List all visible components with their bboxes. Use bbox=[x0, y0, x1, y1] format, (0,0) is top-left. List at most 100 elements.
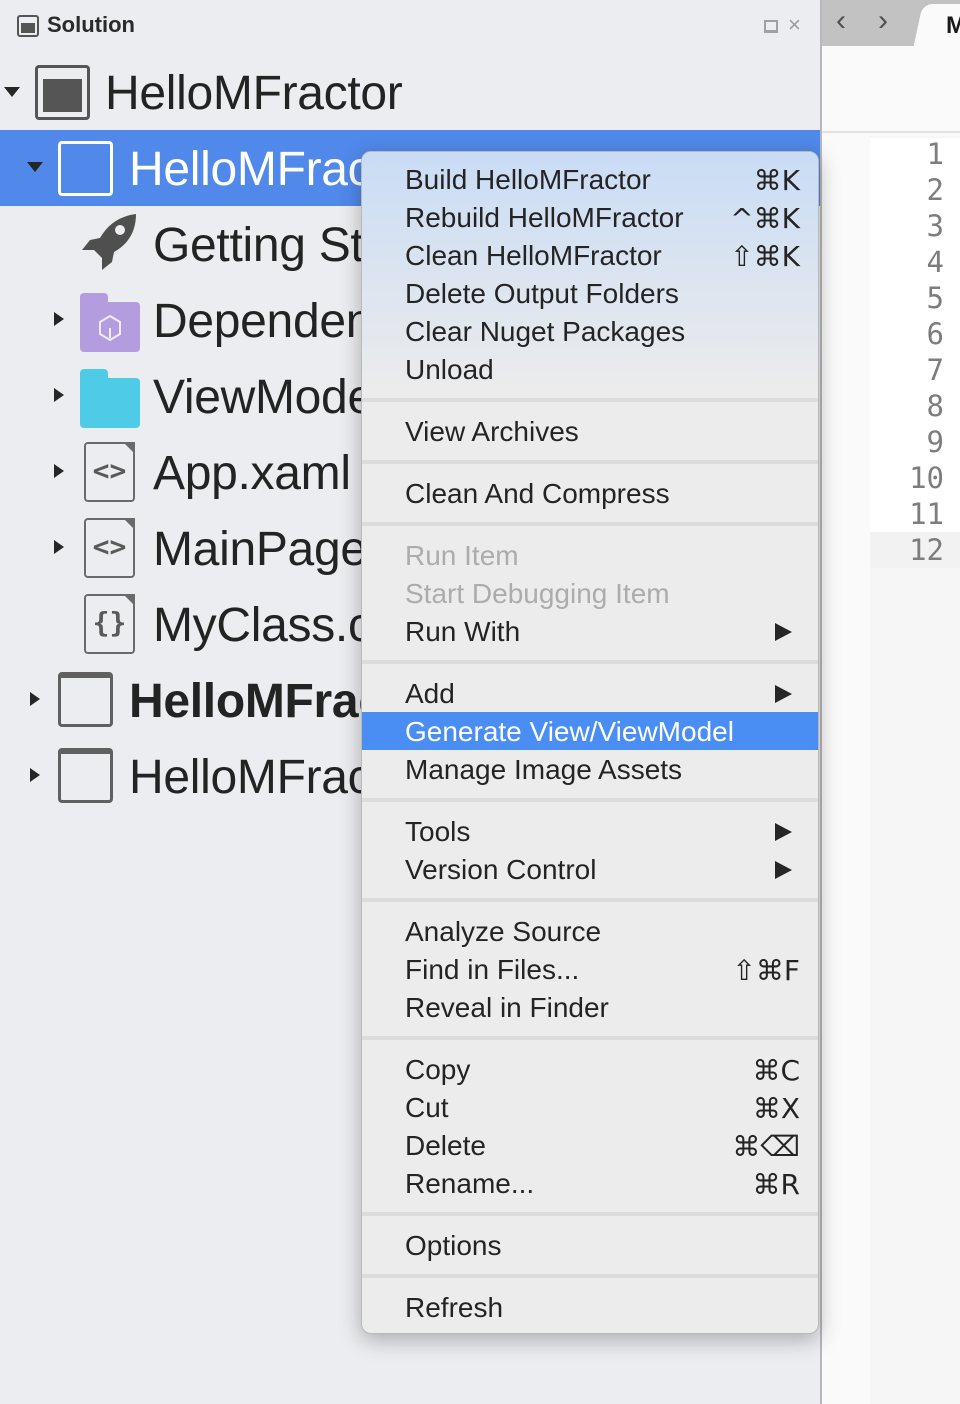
menu-item-build-hellomfractor[interactable]: Build HelloMFractor ⌘K bbox=[362, 160, 818, 198]
menu-item-analyze-source[interactable]: Analyze Source bbox=[362, 912, 818, 950]
dependencies-folder-icon bbox=[80, 293, 140, 352]
menu-item-refresh[interactable]: Refresh bbox=[362, 1288, 818, 1326]
menu-item-delete[interactable]: Delete ⌘⌫ bbox=[362, 1126, 818, 1164]
menu-item-unload[interactable]: Unload bbox=[362, 350, 818, 388]
folder-icon bbox=[80, 369, 140, 428]
menu-item-rebuild-hellomfractor[interactable]: Rebuild HelloMFractor ^⌘K bbox=[362, 198, 818, 236]
menu-item-shortcut: ⌘⌫ bbox=[732, 1130, 800, 1163]
line-number: 12 bbox=[870, 532, 960, 568]
solution-pad-icon bbox=[17, 15, 39, 37]
project-icon bbox=[58, 748, 113, 803]
menu-item-label: Refresh bbox=[405, 1292, 504, 1323]
menu-item-label: Copy bbox=[405, 1054, 471, 1085]
forward-icon[interactable]: › bbox=[878, 6, 888, 36]
line-number: 7 bbox=[926, 353, 944, 387]
line-number: 1 bbox=[926, 137, 944, 171]
menu-item-start-debugging-item: Start Debugging Item bbox=[362, 574, 818, 612]
menu-item-shortcut: ^⌘K bbox=[730, 202, 800, 235]
menu-item-label: Clean And Compress bbox=[405, 478, 670, 509]
menu-separator bbox=[362, 798, 818, 802]
context-menu: Build HelloMFractor ⌘K Rebuild HelloMFract… bbox=[361, 151, 819, 1334]
menu-item-cut[interactable]: Cut ⌘X bbox=[362, 1088, 818, 1126]
menu-item-label: Delete bbox=[405, 1130, 486, 1161]
back-icon[interactable]: ‹ bbox=[836, 6, 846, 36]
menu-separator bbox=[362, 660, 818, 664]
line-number: 10 bbox=[909, 461, 944, 495]
menu-item-version-control[interactable]: Version Control bbox=[362, 850, 818, 888]
disclosure-closed-icon[interactable] bbox=[54, 312, 64, 326]
editor-divider bbox=[822, 131, 960, 133]
menu-item-shortcut: ⌘X bbox=[752, 1092, 800, 1125]
menu-item-label: Rebuild HelloMFractor bbox=[405, 202, 684, 233]
project-icon bbox=[58, 141, 113, 196]
menu-item-run-with[interactable]: Run With bbox=[362, 612, 818, 650]
pad-title: Solution bbox=[47, 12, 135, 37]
menu-item-label: Cut bbox=[405, 1092, 449, 1123]
menu-item-label: View Archives bbox=[405, 416, 579, 447]
menu-item-label: Run With bbox=[405, 616, 521, 647]
disclosure-closed-icon[interactable] bbox=[54, 388, 64, 402]
menu-item-delete-output-folders[interactable]: Delete Output Folders bbox=[362, 274, 818, 312]
editor-tab-bar: ‹ › M bbox=[822, 0, 960, 48]
csharp-file-icon: {} bbox=[84, 594, 135, 654]
disclosure-open-icon[interactable] bbox=[4, 87, 20, 97]
editor-tab-label: M bbox=[946, 12, 960, 39]
menu-item-shortcut: ⇧⌘K bbox=[730, 240, 800, 273]
menu-item-label: Rename... bbox=[405, 1168, 535, 1199]
rocket-icon bbox=[80, 212, 140, 284]
menu-item-tools[interactable]: Tools bbox=[362, 812, 818, 850]
menu-item-add[interactable]: Add bbox=[362, 674, 818, 712]
tree-item-solution[interactable]: HelloMFractor bbox=[0, 54, 820, 130]
menu-item-label: Clean HelloMFractor bbox=[405, 240, 662, 271]
menu-item-reveal-in-finder[interactable]: Reveal in Finder bbox=[362, 988, 818, 1026]
menu-separator bbox=[362, 1274, 818, 1278]
menu-item-view-archives[interactable]: View Archives bbox=[362, 412, 818, 450]
line-number: 8 bbox=[926, 389, 944, 423]
submenu-arrow-icon bbox=[775, 623, 792, 641]
menu-item-label: Clear Nuget Packages bbox=[405, 316, 686, 347]
menu-item-label: Start Debugging Item bbox=[405, 578, 670, 609]
menu-item-label: Version Control bbox=[405, 854, 597, 885]
menu-separator bbox=[362, 522, 818, 526]
line-number: 9 bbox=[926, 425, 944, 459]
disclosure-closed-icon[interactable] bbox=[54, 540, 64, 554]
menu-item-copy[interactable]: Copy ⌘C bbox=[362, 1050, 818, 1088]
menu-item-label: Reveal in Finder bbox=[405, 992, 609, 1023]
menu-item-manage-image-assets[interactable]: Manage Image Assets bbox=[362, 750, 818, 788]
submenu-arrow-icon bbox=[775, 685, 792, 703]
menu-separator bbox=[362, 1212, 818, 1216]
line-number: 4 bbox=[926, 245, 944, 279]
project-icon bbox=[58, 672, 113, 727]
menu-item-options[interactable]: Options bbox=[362, 1226, 818, 1264]
menu-item-shortcut: ⌘C bbox=[752, 1054, 800, 1087]
editor-area: ‹ › M 1 2 3 4 5 6 7 8 9 10 11 12 bbox=[820, 0, 960, 1404]
menu-item-label: Analyze Source bbox=[405, 916, 602, 947]
submenu-arrow-icon bbox=[775, 823, 792, 841]
disclosure-open-icon[interactable] bbox=[27, 162, 43, 172]
submenu-arrow-icon bbox=[775, 861, 792, 879]
menu-item-label: Generate View/ViewModel bbox=[405, 716, 734, 747]
disclosure-closed-icon[interactable] bbox=[30, 768, 40, 782]
menu-item-run-item: Run Item bbox=[362, 536, 818, 574]
menu-item-generate-view-viewmodel[interactable]: Generate View/ViewModel bbox=[362, 712, 818, 750]
menu-item-clean-and-compress[interactable]: Clean And Compress bbox=[362, 474, 818, 512]
line-number: 11 bbox=[909, 497, 944, 531]
tree-item-label: MyClass.cs bbox=[153, 599, 396, 652]
maximize-icon[interactable] bbox=[764, 20, 778, 33]
disclosure-closed-icon[interactable] bbox=[30, 692, 40, 706]
menu-item-clean-hellomfractor[interactable]: Clean HelloMFractor ⇧⌘K bbox=[362, 236, 818, 274]
menu-item-find-in-files[interactable]: Find in Files... ⇧⌘F bbox=[362, 950, 818, 988]
tree-item-label: App.xaml bbox=[153, 447, 351, 500]
disclosure-closed-icon[interactable] bbox=[54, 464, 64, 478]
close-icon[interactable]: × bbox=[788, 14, 801, 36]
menu-item-shortcut: ⌘K bbox=[753, 164, 800, 197]
menu-item-clear-nuget-packages[interactable]: Clear Nuget Packages bbox=[362, 312, 818, 350]
xaml-file-icon: <> bbox=[84, 442, 135, 502]
menu-item-shortcut: ⌘R bbox=[752, 1168, 800, 1201]
xaml-file-icon: <> bbox=[84, 518, 135, 578]
menu-item-rename[interactable]: Rename... ⌘R bbox=[362, 1164, 818, 1202]
menu-item-label: Find in Files... bbox=[405, 954, 580, 985]
menu-separator bbox=[362, 398, 818, 402]
menu-separator bbox=[362, 460, 818, 464]
line-number: 2 bbox=[926, 173, 944, 207]
